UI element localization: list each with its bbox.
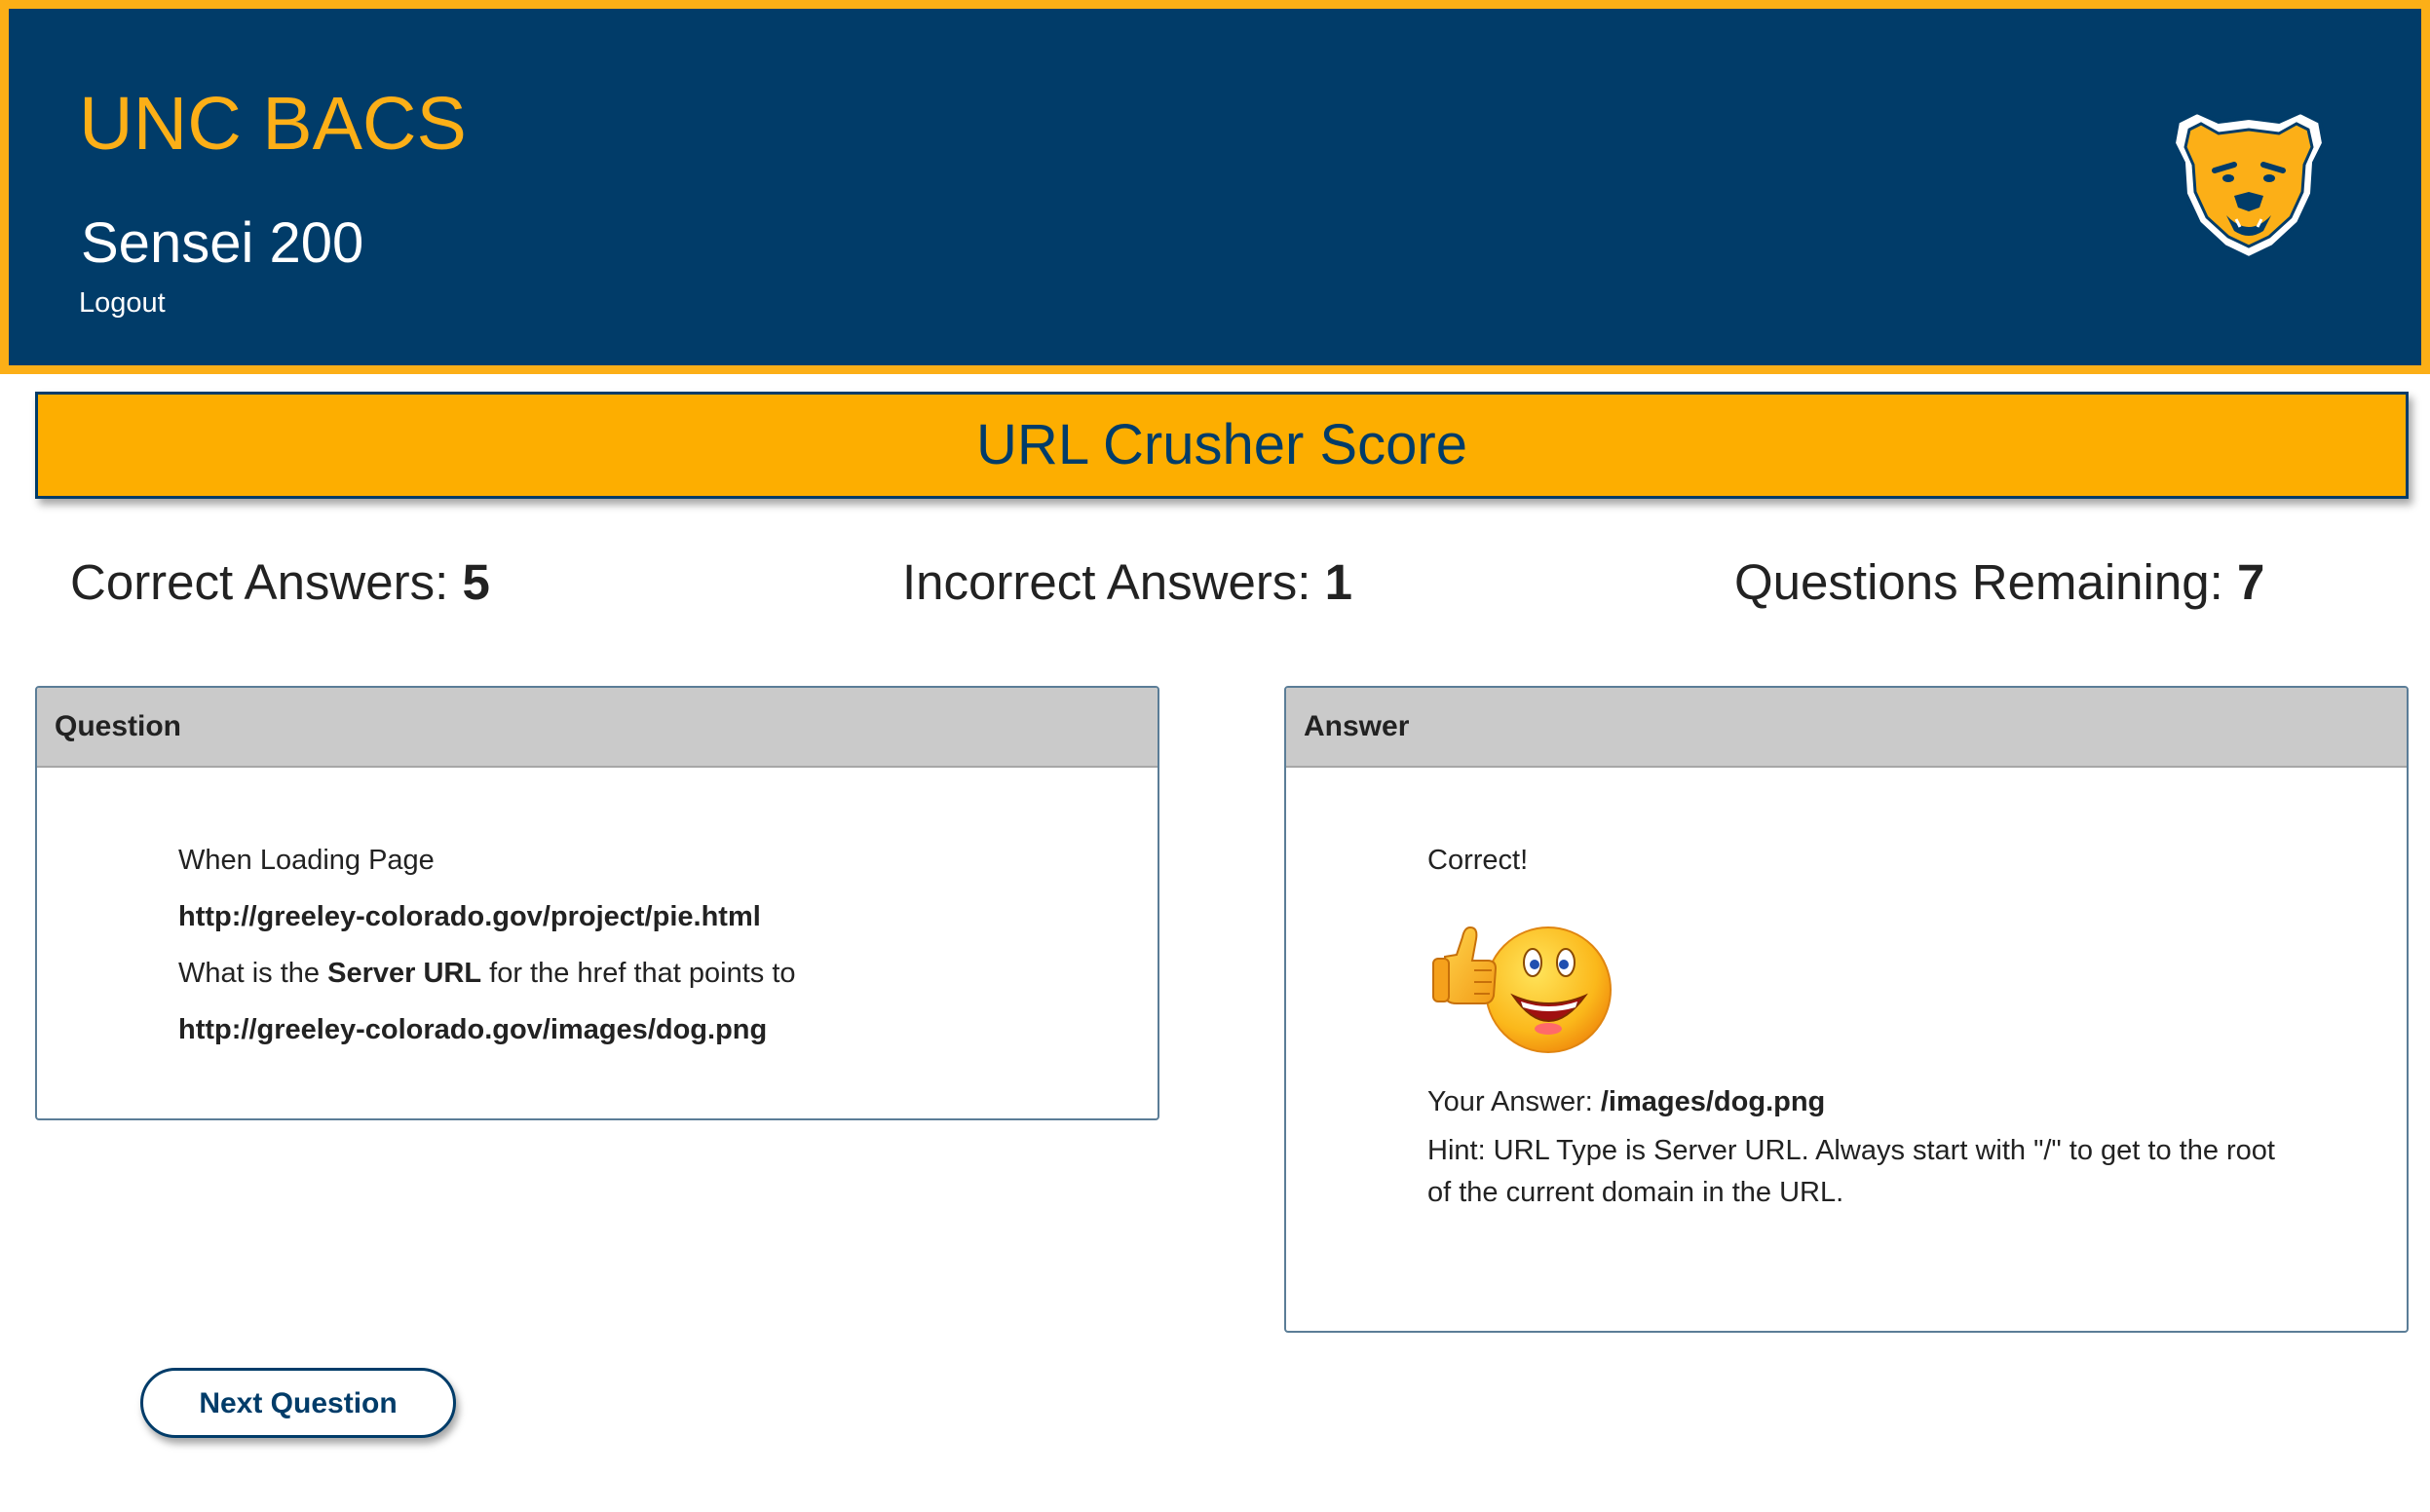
incorrect-answers-stat: Incorrect Answers: 1 bbox=[902, 557, 1352, 607]
question-prompt: What is the Server URL for the href that… bbox=[178, 945, 1158, 1002]
question-card-header: Question bbox=[37, 688, 1158, 768]
site-header: UNC BACS Sensei 200 Logout bbox=[0, 0, 2430, 374]
page-url: http://greeley-colorado.gov/project/pie.… bbox=[178, 901, 761, 932]
answer-card-header: Answer bbox=[1286, 688, 2407, 768]
your-answer: Your Answer: /images/dog.png bbox=[1427, 1074, 2407, 1130]
bear-logo-icon bbox=[2171, 109, 2327, 261]
question-intro: When Loading Page bbox=[178, 845, 435, 876]
next-question-button[interactable]: Next Question bbox=[140, 1368, 456, 1438]
incorrect-answers-label: Incorrect Answers: bbox=[902, 554, 1311, 610]
incorrect-answers-value: 1 bbox=[1324, 554, 1353, 610]
your-answer-label: Your Answer: bbox=[1427, 1086, 1601, 1117]
score-banner: URL Crusher Score bbox=[35, 392, 2409, 499]
questions-remaining-value: 7 bbox=[2236, 554, 2265, 610]
your-answer-value: /images/dog.png bbox=[1600, 1086, 1826, 1117]
question-prompt-prefix: What is the bbox=[178, 958, 328, 989]
site-subtitle: Sensei 200 bbox=[81, 211, 364, 275]
logout-link[interactable]: Logout bbox=[79, 289, 166, 318]
correct-answers-value: 5 bbox=[462, 554, 490, 610]
answer-card-body: Correct! Your Answer: /images/dog.png Hi… bbox=[1286, 768, 2407, 1214]
site-title: UNC BACS bbox=[79, 82, 467, 166]
correct-answers-stat: Correct Answers: 5 bbox=[70, 557, 490, 607]
score-title: URL Crusher Score bbox=[976, 413, 1467, 476]
thumbs-up-smiley-icon bbox=[1432, 926, 1612, 1053]
correct-answers-label: Correct Answers: bbox=[70, 554, 449, 610]
answer-hint: Hint: URL Type is Server URL. Always sta… bbox=[1427, 1135, 2275, 1208]
answer-card: Answer Correct! Your Answer: /images/dog… bbox=[1284, 686, 2409, 1333]
question-prompt-suffix: for the href that points to bbox=[481, 958, 796, 989]
target-url: http://greeley-colorado.gov/images/dog.p… bbox=[178, 1014, 768, 1045]
answer-result: Correct! bbox=[1427, 845, 1529, 876]
question-card-body: When Loading Page http://greeley-colorad… bbox=[37, 768, 1158, 1058]
question-prompt-bold: Server URL bbox=[327, 958, 482, 989]
questions-remaining-label: Questions Remaining: bbox=[1734, 554, 2223, 610]
question-card: Question When Loading Page http://greele… bbox=[35, 686, 1159, 1120]
questions-remaining-stat: Questions Remaining: 7 bbox=[1734, 557, 2264, 607]
